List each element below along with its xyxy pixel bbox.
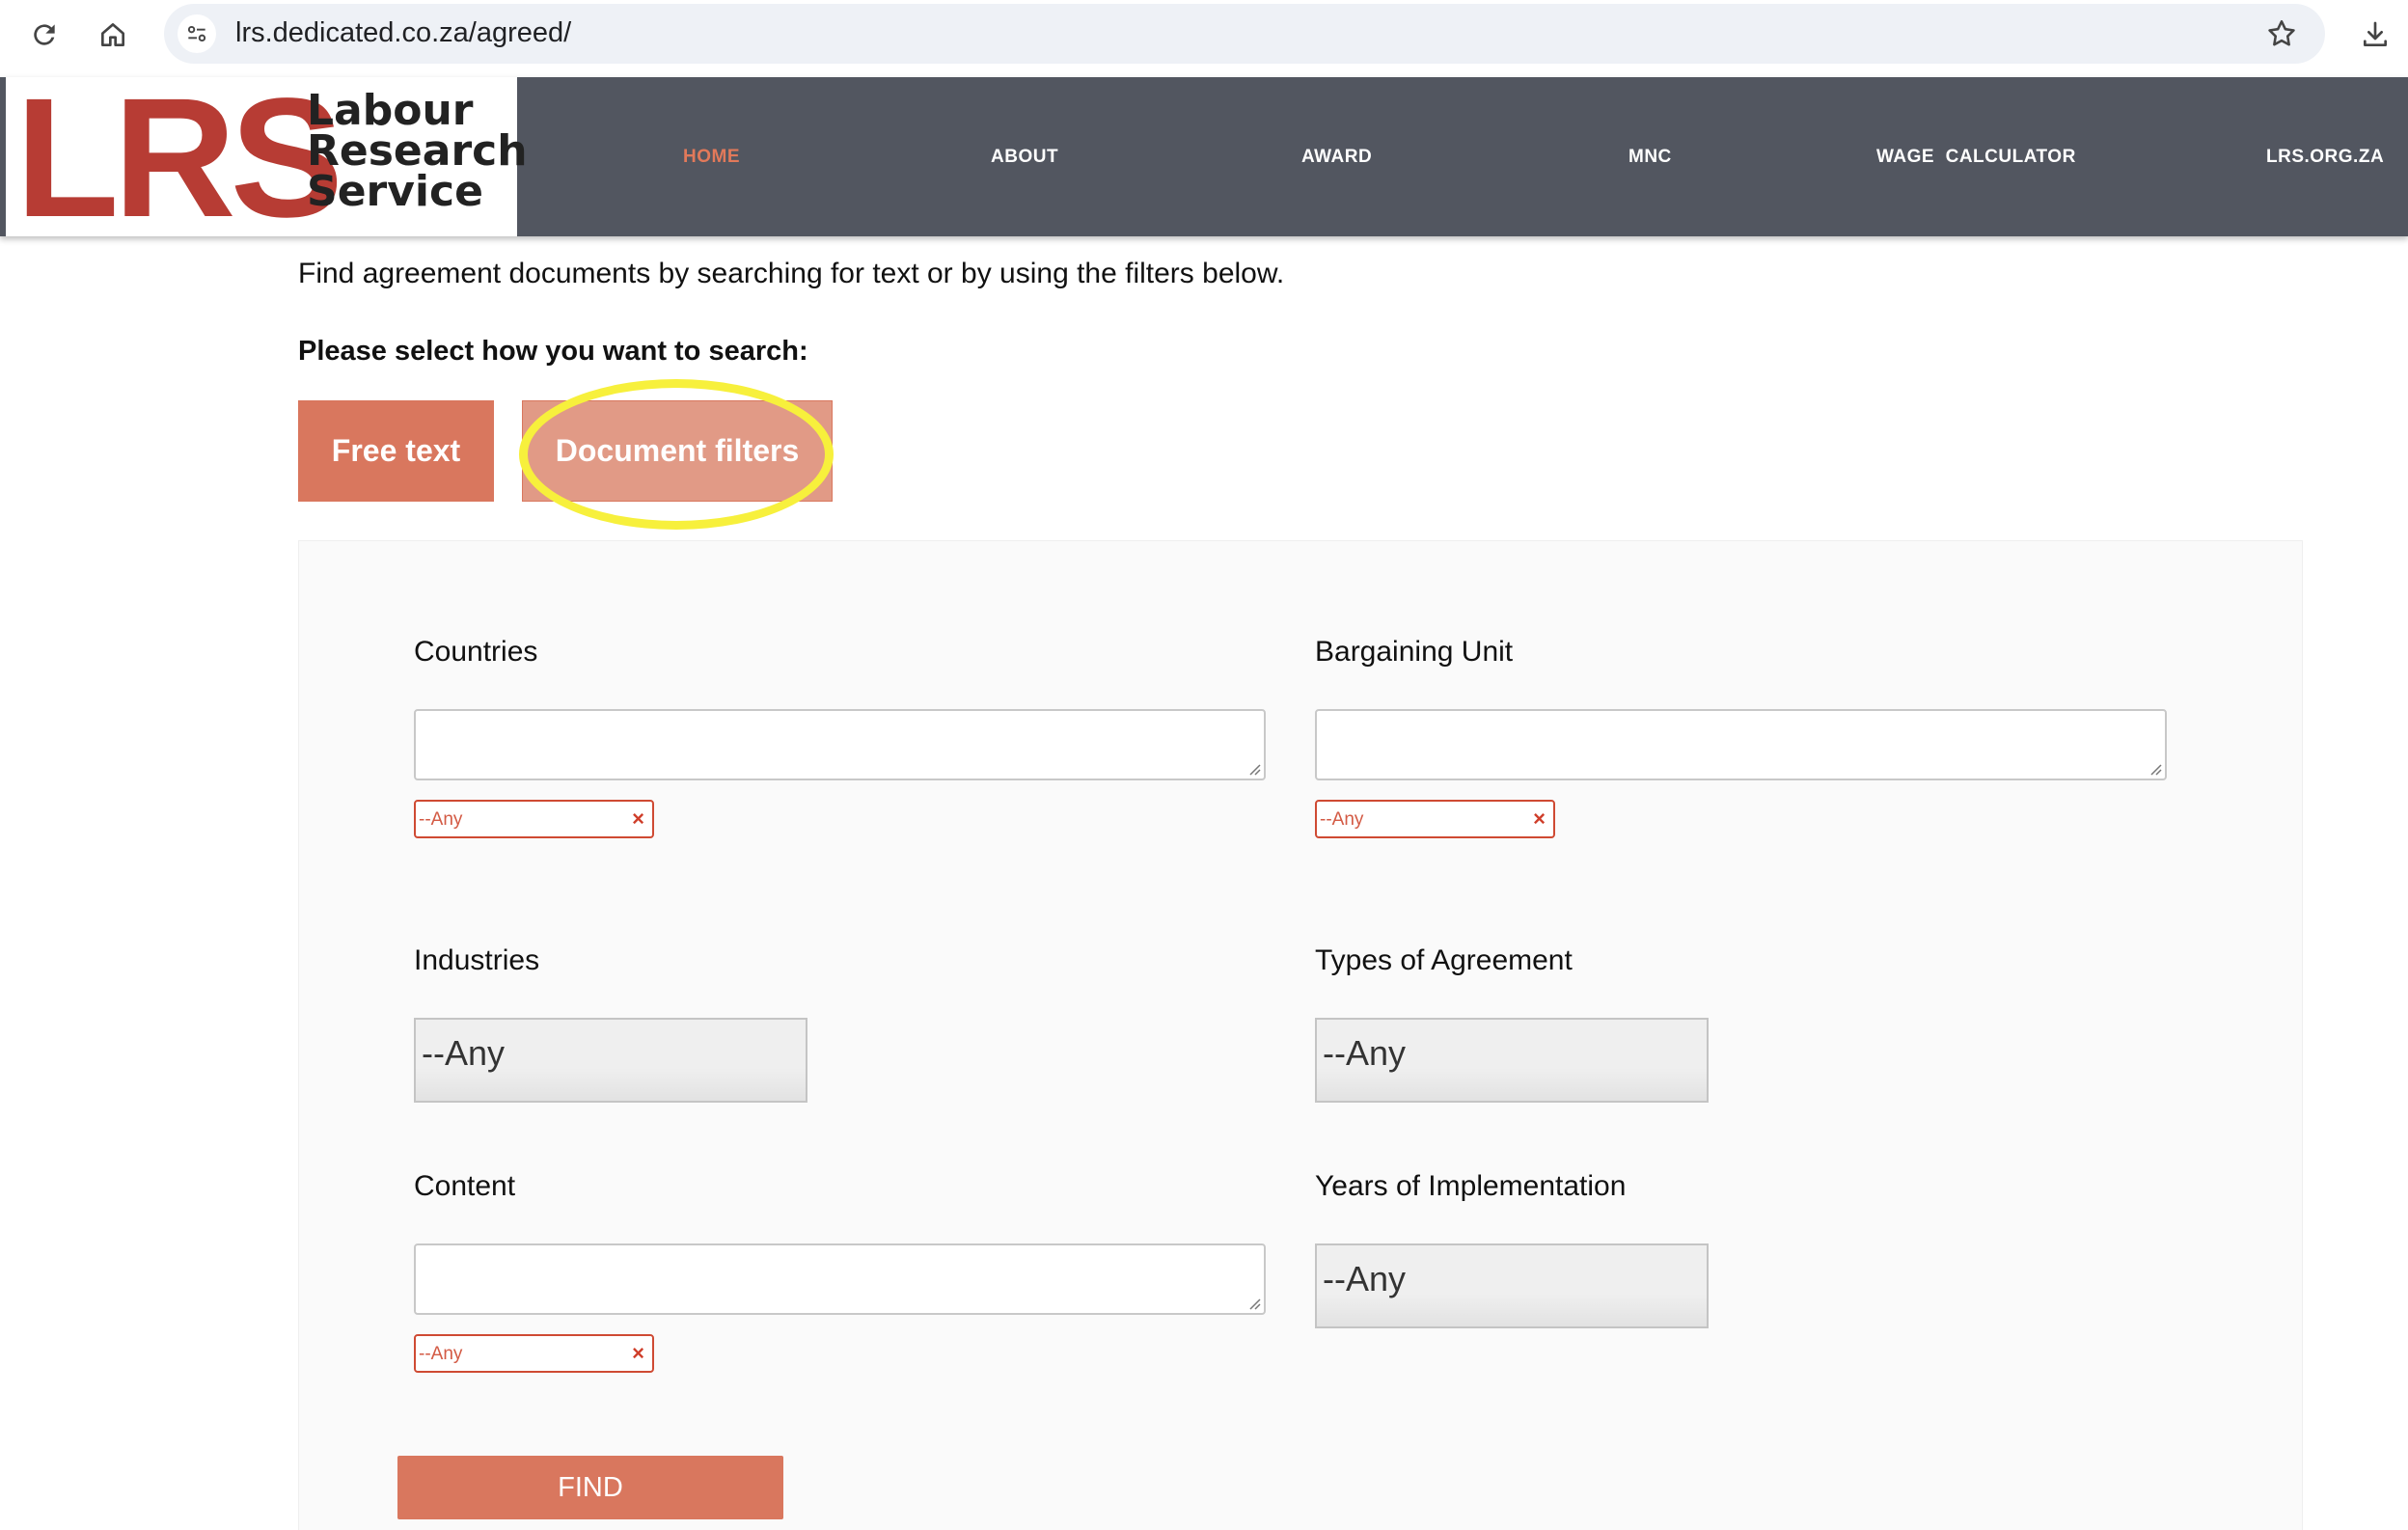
years-of-implementation-label: Years of Implementation: [1315, 1170, 1627, 1202]
reload-icon[interactable]: [25, 15, 64, 54]
search-mode-prompt: Please select how you want to search:: [298, 336, 808, 367]
countries-input[interactable]: [414, 709, 1266, 780]
nav-award[interactable]: AWARD: [1301, 77, 1372, 236]
industries-label: Industries: [414, 944, 540, 976]
intro-text: Find agreement documents by searching fo…: [298, 258, 1285, 289]
bargaining-unit-label: Bargaining Unit: [1315, 636, 1514, 668]
logo-acronym: LRS: [15, 64, 343, 253]
main-content: Find agreement documents by searching fo…: [0, 236, 2408, 1530]
bargaining-unit-any-chip[interactable]: --Any ×: [1315, 800, 1555, 838]
bookmark-star-icon[interactable]: [2265, 17, 2298, 50]
chip-remove-icon[interactable]: ×: [1533, 806, 1546, 832]
logo-wordmark: Labour Research Service: [307, 86, 528, 216]
find-button[interactable]: FIND: [397, 1456, 783, 1519]
site-header: LRS Labour Research Service HOME ABOUT A…: [0, 64, 2408, 253]
years-of-implementation-selected-value: --Any: [1323, 1259, 1407, 1298]
bargaining-unit-input[interactable]: [1315, 709, 2167, 780]
nav-home[interactable]: HOME: [683, 77, 740, 236]
download-icon[interactable]: [2356, 15, 2394, 54]
nav-about[interactable]: ABOUT: [991, 77, 1058, 236]
countries-label: Countries: [414, 636, 538, 668]
chip-label: --Any: [419, 809, 463, 830]
chip-remove-icon[interactable]: ×: [632, 806, 644, 832]
chip-label: --Any: [1320, 809, 1364, 830]
resize-grip-icon[interactable]: [1247, 1297, 1261, 1310]
logo-line-3: Service: [307, 167, 483, 216]
free-text-button[interactable]: Free text: [298, 400, 494, 502]
lrs-logo[interactable]: LRS Labour Research Service: [6, 64, 528, 253]
industries-select[interactable]: --Any: [414, 1018, 807, 1103]
browser-toolbar: lrs.dedicated.co.za/agreed/: [0, 0, 2408, 77]
content-input[interactable]: [414, 1243, 1266, 1315]
countries-any-chip[interactable]: --Any ×: [414, 800, 654, 838]
chip-label: --Any: [419, 1344, 463, 1364]
resize-grip-icon[interactable]: [2148, 762, 2162, 776]
industries-selected-value: --Any: [422, 1033, 506, 1073]
address-bar[interactable]: lrs.dedicated.co.za/agreed/: [164, 4, 2325, 64]
types-of-agreement-select[interactable]: --Any: [1315, 1018, 1709, 1103]
filters-panel: Countries --Any × Bargaining Unit --Any …: [298, 540, 2303, 1530]
url-text[interactable]: lrs.dedicated.co.za/agreed/: [235, 17, 571, 49]
years-of-implementation-select[interactable]: --Any: [1315, 1243, 1709, 1328]
resize-grip-icon[interactable]: [1247, 762, 1261, 776]
logo-line-1: Labour: [307, 86, 474, 135]
home-icon[interactable]: [94, 15, 132, 54]
nav-mnc[interactable]: MNC: [1628, 77, 1672, 236]
nav-wage-calculator[interactable]: WAGE CALCULATOR: [1876, 77, 2076, 236]
chip-remove-icon[interactable]: ×: [632, 1341, 644, 1366]
types-of-agreement-label: Types of Agreement: [1315, 944, 1573, 976]
content-any-chip[interactable]: --Any ×: [414, 1334, 654, 1373]
types-of-agreement-selected-value: --Any: [1323, 1033, 1407, 1073]
nav-lrs-org-za[interactable]: LRS.ORG.ZA: [2266, 77, 2384, 236]
logo-line-2: Research: [307, 126, 528, 176]
document-filters-button[interactable]: Document filters: [522, 400, 833, 502]
content-label: Content: [414, 1170, 516, 1202]
site-settings-icon[interactable]: [178, 14, 216, 53]
